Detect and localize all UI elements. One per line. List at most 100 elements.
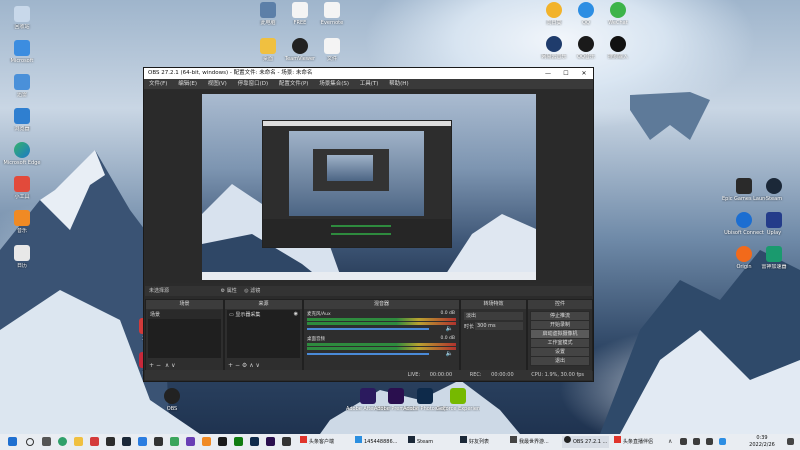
properties-button[interactable]: 属性 (227, 288, 237, 294)
move-down-icon[interactable]: ∨ (171, 362, 175, 369)
app-icon[interactable] (282, 437, 291, 446)
edge-icon[interactable] (58, 437, 67, 446)
network-icon[interactable] (680, 438, 687, 445)
remove-icon[interactable]: − (235, 362, 240, 369)
steam-icon[interactable] (122, 437, 131, 446)
nested-canvas-3 (327, 155, 373, 181)
desktop-icon-tr5[interactable]: 搜狗输入 (596, 36, 640, 60)
taskbar-item-qq[interactable]: 145448886... (355, 436, 397, 448)
xbox-icon[interactable] (234, 437, 243, 446)
file-icon (324, 2, 340, 18)
folder-icon[interactable] (74, 437, 83, 446)
source-item[interactable]: ▭ 显示器采集 ◉ (227, 310, 300, 319)
edge-icon (14, 142, 30, 158)
speaker-icon[interactable]: 🔈 (446, 325, 453, 332)
volume-icon[interactable] (693, 438, 700, 445)
taskbar-item-live-companion[interactable]: 头条直播伴侣 (614, 436, 653, 448)
obs-titlebar[interactable]: OBS 27.2.1 (64-bit, windows) - 配置文件: 未命名… (144, 68, 593, 79)
menu-edit[interactable]: 编辑(E) (178, 81, 197, 87)
desktop-icon-r5[interactable]: 雷神加速器 (752, 246, 796, 270)
desktop-volume-slider[interactable] (307, 353, 429, 355)
desktop-icon-2[interactable]: 迅雷 (0, 74, 44, 98)
menu-file[interactable]: 文件(F) (149, 81, 167, 87)
taskbar-item-steam[interactable]: Steam (408, 436, 433, 448)
close-button[interactable]: ✕ (575, 68, 593, 79)
desktop-icon-b4[interactable]: GeForce Experience (436, 388, 480, 412)
app-icon[interactable] (218, 437, 227, 446)
remove-icon[interactable]: − (156, 362, 161, 369)
transition-type-select[interactable]: 淡出 (464, 312, 523, 320)
desktop-icon-b0[interactable]: OBS (150, 388, 194, 412)
desktop-icon-3[interactable]: 浏览器 (0, 108, 44, 132)
taskbar-item-friends[interactable]: 好友列表 (460, 436, 489, 448)
taskbar-item-obs[interactable]: OBS 27.2.1 ... (562, 436, 610, 448)
folder-icon (260, 38, 276, 54)
source-item-label: 显示器采集 (235, 312, 261, 318)
move-up-icon[interactable]: ∧ (165, 362, 169, 369)
desktop-icon-5[interactable]: 小工具 (0, 176, 44, 200)
app-icon[interactable] (154, 437, 163, 446)
nested-taskbar (202, 272, 536, 280)
desktop-icon-6[interactable]: 音乐 (0, 210, 44, 234)
desktop-icon-tr2[interactable]: WeChat (596, 2, 640, 26)
photoshop-icon[interactable] (250, 437, 259, 446)
obs-window-title: OBS 27.2.1 (64-bit, windows) - 配置文件: 未命名… (148, 70, 313, 76)
obs-window[interactable]: OBS 27.2.1 (64-bit, windows) - 配置文件: 未命名… (143, 67, 594, 382)
clock[interactable]: 0:39 2022/2/26 (740, 435, 784, 449)
gear-icon[interactable]: ⚙ (221, 288, 225, 294)
menu-profile[interactable]: 配置文件(P) (279, 81, 309, 87)
app-icon[interactable] (186, 437, 195, 446)
filter-icon[interactable]: ◎ (244, 288, 248, 294)
premiere-icon[interactable] (266, 437, 275, 446)
desktop-icon-evernote[interactable]: Evernote (310, 2, 354, 26)
eye-icon[interactable]: ◉ (294, 311, 298, 317)
scenes-list[interactable]: 场景 (148, 310, 221, 358)
menu-help[interactable]: 帮助(H) (389, 81, 408, 87)
app-icon (546, 36, 562, 52)
app-icon[interactable] (170, 437, 179, 446)
app-icon[interactable] (138, 437, 147, 446)
menu-view[interactable]: 视图(V) (208, 81, 227, 87)
app-icon[interactable] (719, 438, 726, 445)
gear-icon[interactable]: ⚙ (242, 362, 247, 369)
menu-scene-collection[interactable]: 场景集合(S) (319, 81, 349, 87)
desktop-icon-r1[interactable]: Steam (752, 178, 796, 202)
scenes-dock-title: 场景 (146, 300, 223, 309)
exit-button[interactable]: 退出 (530, 356, 590, 366)
taskbar-item-game[interactable]: 我最世界游... (510, 436, 549, 448)
minimize-button[interactable]: — (539, 68, 557, 79)
desktop-icon-file[interactable]: 文件 (310, 38, 354, 62)
mic-volume-slider[interactable] (307, 328, 429, 330)
preview-canvas[interactable] (202, 94, 536, 280)
filters-button[interactable]: 滤镜 (250, 288, 260, 294)
taskbar-item-toutiao[interactable]: 头条客户端 (300, 436, 334, 448)
app-icon (766, 246, 782, 262)
add-icon[interactable]: + (149, 362, 154, 369)
menu-tools[interactable]: 工具(T) (360, 81, 379, 87)
tray-chevron-icon[interactable]: ∧ (668, 438, 672, 445)
app-icon[interactable] (106, 437, 115, 446)
menu-docks[interactable]: 停靠窗口(D) (238, 81, 269, 87)
desktop-icon-r3[interactable]: Uplay (752, 212, 796, 236)
move-down-icon[interactable]: ∨ (256, 362, 260, 369)
duration-input[interactable]: 300 ms (475, 322, 523, 330)
move-up-icon[interactable]: ∧ (249, 362, 253, 369)
taskview-icon[interactable] (42, 437, 51, 446)
notification-icon[interactable] (787, 438, 794, 445)
speaker-icon[interactable]: 🔈 (446, 350, 453, 357)
desktop-level-meter (307, 347, 456, 350)
windows-icon[interactable] (8, 437, 17, 446)
desktop-icon-7[interactable]: 日历 (0, 245, 44, 269)
desktop-icon-recycle-bin[interactable]: 回收站 (0, 6, 44, 30)
app-icon (578, 2, 594, 18)
desktop-icon-microsoft[interactable]: Microsoft (0, 40, 44, 64)
app-icon[interactable] (202, 437, 211, 446)
app-icon[interactable] (90, 437, 99, 446)
app-icon[interactable] (706, 438, 713, 445)
search-icon[interactable] (26, 438, 34, 446)
sources-list[interactable]: ▭ 显示器采集 ◉ (227, 310, 300, 358)
add-icon[interactable]: + (228, 362, 233, 369)
desktop-icon-edge[interactable]: Microsoft Edge (0, 142, 44, 166)
maximize-button[interactable]: ☐ (557, 68, 575, 79)
scene-item[interactable]: 场景 (148, 310, 221, 319)
